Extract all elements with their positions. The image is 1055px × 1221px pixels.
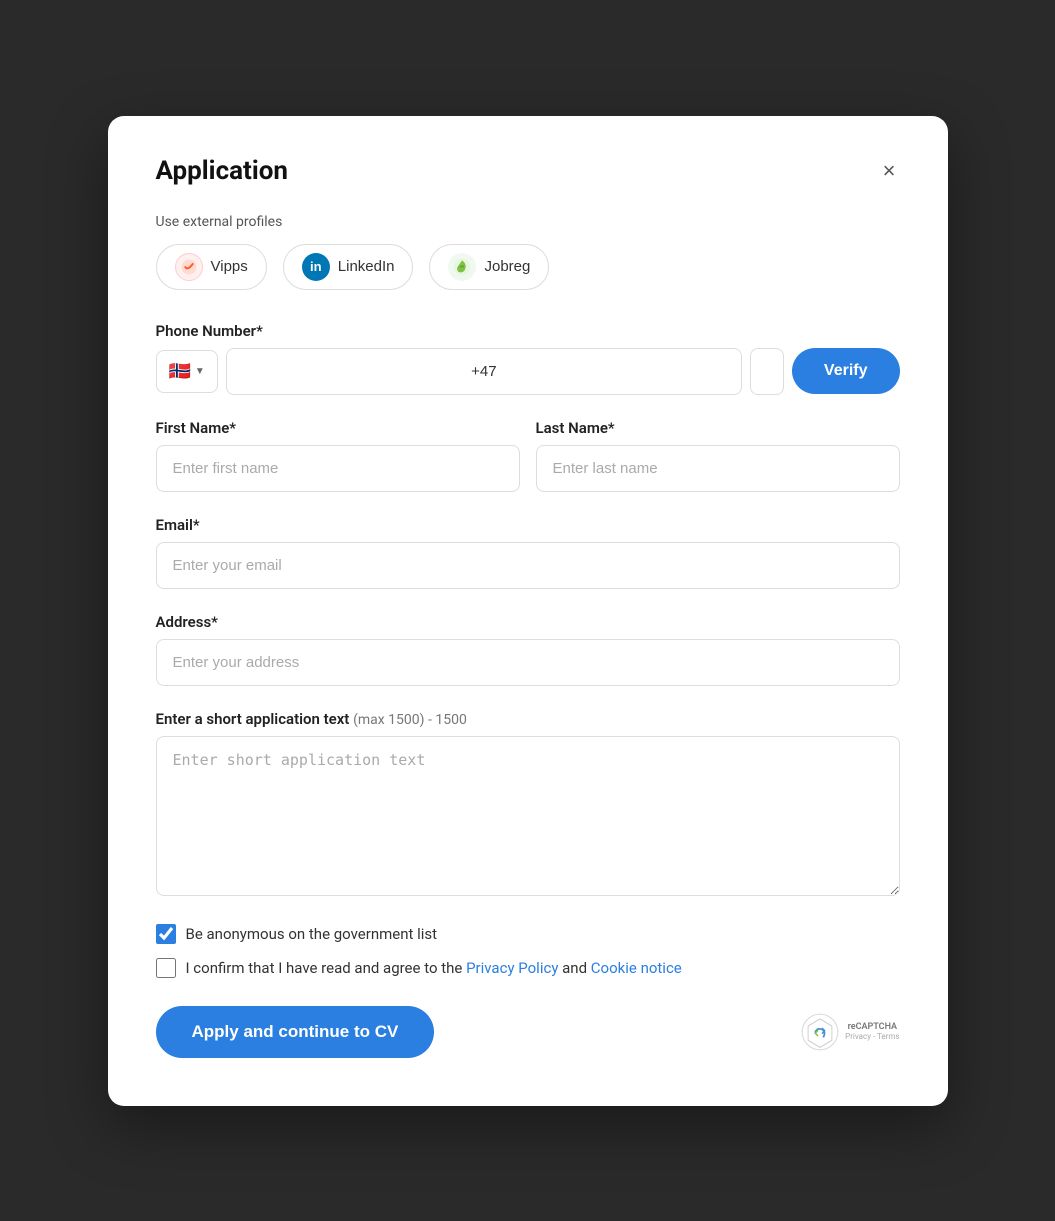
anonymous-checkbox[interactable] [156, 924, 176, 944]
privacy-policy-link[interactable]: Privacy Policy [466, 959, 558, 977]
apply-button[interactable]: Apply and continue to CV [156, 1006, 435, 1058]
email-field: Email* [156, 516, 900, 589]
phone-number-input[interactable] [750, 348, 784, 395]
terms-checkbox[interactable] [156, 958, 176, 978]
flag-icon: 🇳🇴 [169, 361, 191, 382]
modal-title: Application [156, 156, 288, 186]
anonymous-checkbox-row: Be anonymous on the government list [156, 924, 900, 944]
chevron-down-icon: ▼ [195, 366, 205, 377]
application-text-field: Enter a short application text (max 1500… [156, 710, 900, 900]
cookie-notice-link[interactable]: Cookie notice [591, 959, 682, 977]
terms-checkbox-row: I confirm that I have read and agree to … [156, 958, 900, 978]
max-chars-label: (max 1500) - 1500 [353, 712, 467, 728]
country-selector[interactable]: 🇳🇴 ▼ [156, 350, 218, 393]
last-name-label: Last Name* [536, 419, 900, 437]
recaptcha-label: reCAPTCHA [845, 1022, 899, 1032]
linkedin-label: LinkedIn [338, 258, 395, 275]
country-code-input[interactable] [226, 348, 742, 395]
last-name-input[interactable] [536, 445, 900, 492]
vipps-label: Vipps [211, 258, 248, 275]
vipps-button[interactable]: Vipps [156, 244, 267, 290]
jobreg-button[interactable]: Jobreg [429, 244, 549, 290]
app-text-label: Enter a short application text (max 1500… [156, 710, 900, 728]
application-modal: Application × Use external profiles Vipp… [108, 116, 948, 1106]
first-name-input[interactable] [156, 445, 520, 492]
terms-label: I confirm that I have read and agree to … [186, 959, 682, 977]
phone-label: Phone Number* [156, 322, 900, 340]
linkedin-button[interactable]: in LinkedIn [283, 244, 414, 290]
recaptcha-badge: reCAPTCHA Privacy - Terms [801, 1013, 899, 1051]
recaptcha-icon [801, 1013, 839, 1051]
address-input[interactable] [156, 639, 900, 686]
first-name-label: First Name* [156, 419, 520, 437]
footer-row: Apply and continue to CV reCAPTCHA Priva… [156, 1006, 900, 1058]
application-text-input[interactable] [156, 736, 900, 896]
linkedin-icon: in [302, 253, 330, 281]
phone-field: Phone Number* 🇳🇴 ▼ Verify [156, 322, 900, 395]
modal-header: Application × [156, 156, 900, 186]
jobreg-label: Jobreg [484, 258, 530, 275]
email-label: Email* [156, 516, 900, 534]
external-profiles-section: Use external profiles Vipps in LinkedIn [156, 214, 900, 290]
email-input[interactable] [156, 542, 900, 589]
anonymous-label: Be anonymous on the government list [186, 925, 438, 943]
name-row: First Name* Last Name* [156, 419, 900, 516]
external-profiles-label: Use external profiles [156, 214, 900, 230]
last-name-field: Last Name* [536, 419, 900, 492]
first-name-field: First Name* [156, 419, 520, 492]
address-field: Address* [156, 613, 900, 686]
address-label: Address* [156, 613, 900, 631]
close-button[interactable]: × [879, 156, 900, 186]
vipps-icon [175, 253, 203, 281]
verify-button[interactable]: Verify [792, 348, 900, 394]
external-profiles-row: Vipps in LinkedIn Jobreg [156, 244, 900, 290]
recaptcha-sub-label: Privacy - Terms [845, 1032, 899, 1041]
jobreg-icon [448, 253, 476, 281]
phone-row: 🇳🇴 ▼ Verify [156, 348, 900, 395]
